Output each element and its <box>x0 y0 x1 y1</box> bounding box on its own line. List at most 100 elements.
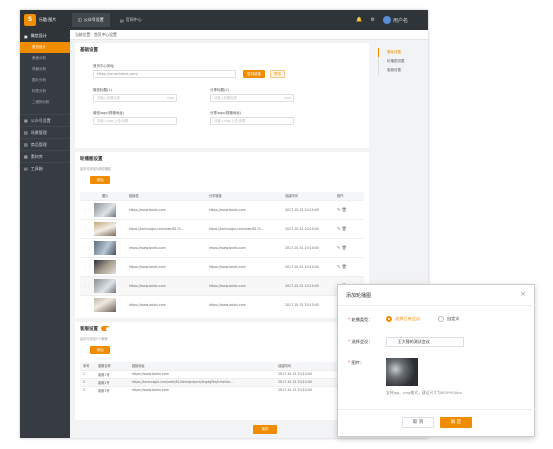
sidebar-item-home[interactable]: 首页设计 <box>20 42 70 53</box>
cell-time: 2017-10-31 20:10:00 <box>282 256 334 276</box>
radio-off-icon: ○ <box>393 339 397 344</box>
cell-link[interactable]: https://www.baidu.com <box>129 369 275 378</box>
anchor-carousel[interactable]: 轮播图设置 <box>378 57 426 66</box>
table-row: ⋮⋮ https://www.baidu.com https://www.baidu… <box>80 294 364 314</box>
sidebar-item-image[interactable]: 图片分析 <box>20 75 70 86</box>
preview-button[interactable]: 预览 <box>270 70 285 78</box>
drag-handle-icon[interactable]: ⋮⋮ <box>83 264 91 269</box>
cell-link[interactable]: https://www.baidu.com <box>129 385 275 394</box>
logo-text: 乐酷·图片 <box>39 17 57 22</box>
cell-share[interactable]: https://www.baidu.com <box>206 294 282 314</box>
cell-link[interactable]: https://www.baidu.com <box>126 275 206 295</box>
cell-link[interactable]: https://www.baidu.com <box>126 294 206 314</box>
carousel-sub: 最多可添加5张轮播图 <box>80 167 111 171</box>
add-service-button[interactable]: 添加 <box>90 346 110 354</box>
trash-icon[interactable]: 🗑 <box>342 207 347 212</box>
sidebar-group-label: 商品管理 <box>30 141 47 147</box>
cell-time: 2017-10-31 20:10:00 <box>282 237 334 257</box>
required-mark: * <box>348 317 351 322</box>
wx-title-input[interactable]: 请输入标题名称 <box>93 94 177 102</box>
service-panel: 客服设置 最多可添加5个客服 添加 序号 客服名称 链接地址 创建时间 1 客服1… <box>75 322 369 420</box>
topnav-site[interactable]: ▤ 官网中心 <box>120 17 142 23</box>
radio-existing[interactable]: 选择已有会议 <box>386 316 420 322</box>
sidebar-group-tools[interactable]: ▤ 工具箱 <box>20 162 70 174</box>
bell-icon[interactable]: 🔔 <box>356 17 362 23</box>
radio-custom[interactable]: 自定义 <box>438 316 460 322</box>
sidebar-item-tag[interactable]: 标签分析 <box>20 86 70 97</box>
cell-link[interactable]: https://www.baidu.com <box>126 237 206 257</box>
topnav-wechat-label: 公众号设置 <box>83 17 104 22</box>
close-icon[interactable]: × <box>520 290 526 298</box>
edit-icon[interactable]: ✎ <box>337 207 340 212</box>
cell-share[interactable]: https://www.baidu.com <box>206 256 282 276</box>
cell-link[interactable]: https://www.baidu.com <box>126 199 206 219</box>
sidebar-group-label: 场景管理 <box>30 129 47 135</box>
col-ops: 操作 <box>334 192 364 200</box>
drag-handle-icon[interactable]: ⋮⋮ <box>83 283 91 288</box>
meeting-select[interactable]: ○ 王大锤的测试会议 <box>386 337 464 347</box>
meeting-label-text: 选择会议： <box>351 339 373 344</box>
share-logo-input[interactable]: 请输入logo上传/设置 <box>210 117 294 125</box>
sidebar-group-design[interactable]: ▣ 微信设计 <box>20 30 70 42</box>
sidebar-group-goods[interactable]: ▨ 商品管理 <box>20 138 70 150</box>
table-row: ⋮⋮ https://www.baidu.com https://www.baidu… <box>80 199 364 219</box>
sidebar-item-qrcode[interactable]: 二维码分析 <box>20 97 70 108</box>
col-no: 序号 <box>80 362 95 370</box>
confirm-button[interactable]: 确 定 <box>440 417 472 428</box>
sidebar-item-food[interactable]: 美食分析 <box>20 53 70 64</box>
copy-link-button[interactable]: 复制链接 <box>243 70 265 78</box>
trash-icon[interactable]: 🗑 <box>342 245 347 250</box>
trash-icon[interactable]: 🗑 <box>342 264 347 269</box>
topnav-wechat[interactable]: ◫ 公众号设置 <box>72 13 110 27</box>
save-button[interactable]: 保存 <box>253 425 277 434</box>
anchor-basic[interactable]: 基础设置 <box>378 48 426 57</box>
cell-no: 2 <box>80 377 95 386</box>
drag-handle-icon[interactable]: ⋮⋮ <box>83 207 91 212</box>
sidebar-group-scene[interactable]: ▧ 场景管理 <box>20 126 70 138</box>
trash-icon[interactable]: 🗑 <box>342 226 347 231</box>
basic-settings-panel: 基础设置 首页中心网址 https://ne.architect.com/ 复制… <box>75 43 369 148</box>
breadcrumb: 当前位置：首页中心设置 <box>70 30 428 40</box>
cell-share[interactable]: https://www.baidu.com <box>206 275 282 295</box>
user-menu[interactable]: 用户名 <box>382 16 408 24</box>
cell-link[interactable]: https://www.baidu.com <box>126 256 206 276</box>
design-icon: ▣ <box>24 33 28 39</box>
anchor-service[interactable]: 客服设置 <box>378 66 426 75</box>
basic-title: 基础设置 <box>80 48 98 53</box>
drag-handle-icon[interactable]: ⋮⋮ <box>83 302 91 307</box>
radio-on-icon <box>386 316 392 322</box>
share-title-input[interactable]: 请输入标题名称 <box>210 94 294 102</box>
cell-share[interactable]: https://www.baidu.com <box>206 199 282 219</box>
edit-icon[interactable]: ✎ <box>337 264 340 269</box>
table-header: 图片 链接值 分享链接 创建时间 操作 <box>80 192 364 200</box>
sidebar-item-scene[interactable]: 场景分析 <box>20 64 70 75</box>
cell-share[interactable]: https://ianhuagio.com/web/8175... <box>206 218 282 238</box>
cancel-button[interactable]: 取 消 <box>402 417 434 428</box>
image-label-text: 图片： <box>351 360 365 365</box>
wx-logo-input[interactable]: 请输入logo上传/设置 <box>93 117 177 125</box>
url-input[interactable]: https://ne.architect.com/ <box>93 70 236 78</box>
service-toggle[interactable] <box>101 326 110 331</box>
sidebar-group-material[interactable]: ▩ 素材库 <box>20 150 70 162</box>
cell-link[interactable]: https://ianhuagio.com/web/81/item/projec… <box>129 377 275 386</box>
drag-handle-icon[interactable]: ⋮⋮ <box>83 245 91 250</box>
add-carousel-button[interactable]: 添加 <box>90 176 110 184</box>
edit-icon[interactable]: ✎ <box>337 245 340 250</box>
drag-handle-icon[interactable]: ⋮⋮ <box>83 226 91 231</box>
cell-link[interactable]: https://ianhuagio.com/web/8175... <box>126 218 206 238</box>
gear-icon[interactable]: ⚙ <box>371 17 375 23</box>
type-label-text: 轮播类型： <box>351 317 373 322</box>
cell-no: 1 <box>80 369 95 378</box>
folder-icon: ▩ <box>24 154 28 159</box>
carousel-thumb <box>94 202 116 217</box>
carousel-panel: 轮播图设置 最多可添加5张轮播图 添加 图片 链接值 分享链接 创建时间 操作 … <box>75 152 369 318</box>
col-link: 链接值 <box>126 192 206 200</box>
uploaded-image[interactable] <box>386 358 418 386</box>
required-mark: * <box>348 339 351 344</box>
edit-icon[interactable]: ✎ <box>337 226 340 231</box>
sidebar-group-account[interactable]: ▦ 公众号设置 <box>20 114 70 126</box>
carousel-thumb <box>94 221 116 236</box>
required-mark: * <box>348 360 351 365</box>
cell-share[interactable]: https://www.baidu.com <box>206 237 282 257</box>
logo-icon: S <box>24 14 36 26</box>
